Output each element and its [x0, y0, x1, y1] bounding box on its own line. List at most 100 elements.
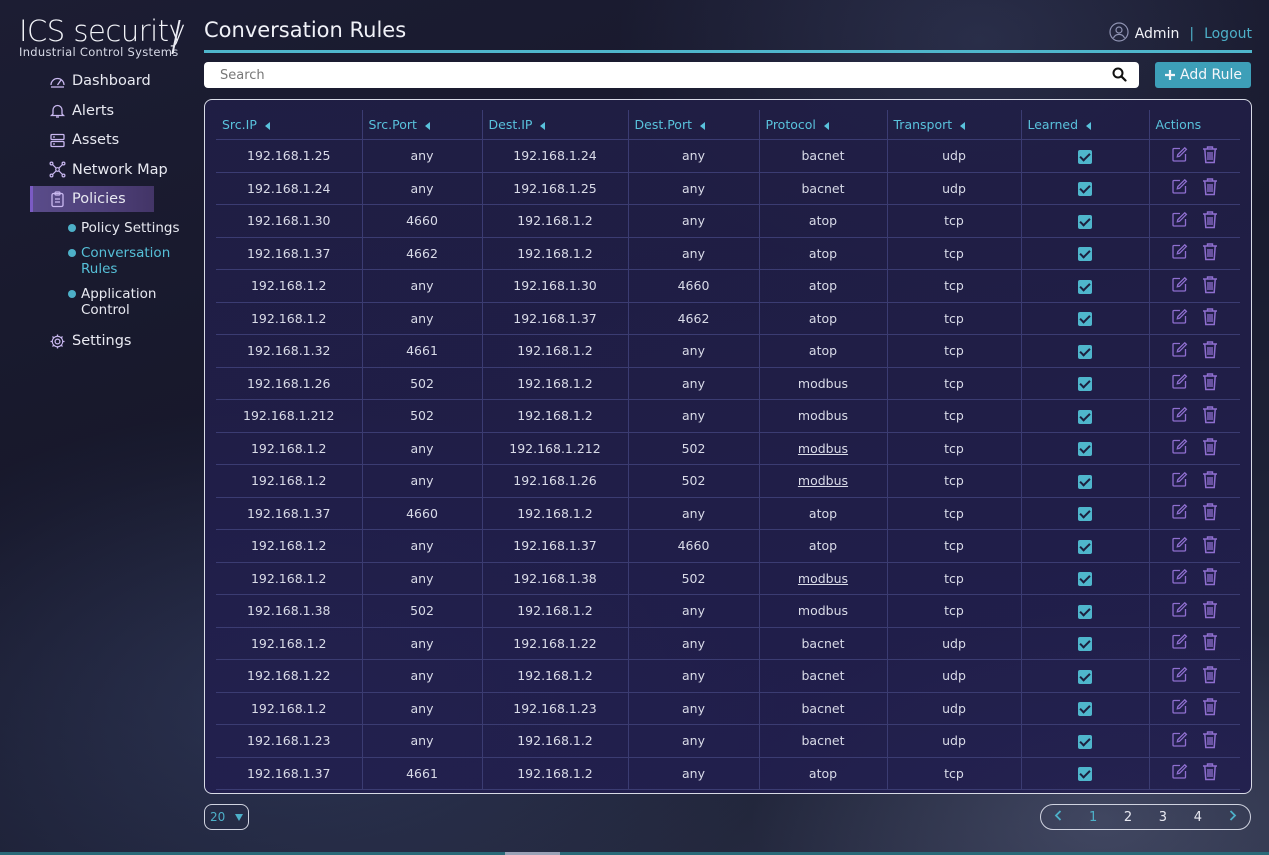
trash-icon[interactable] — [1202, 600, 1218, 622]
cell-transport-text: tcp — [944, 603, 964, 619]
edit-icon[interactable] — [1171, 211, 1188, 231]
trash-icon[interactable] — [1202, 307, 1218, 329]
add-rule-button[interactable]: Add Rule — [1155, 62, 1251, 88]
column-header-transport[interactable]: Transport — [886, 110, 1021, 140]
sidebar-item-policies[interactable]: Policies — [30, 186, 154, 212]
edit-icon[interactable] — [1171, 373, 1188, 393]
learned-checkbox[interactable] — [1078, 734, 1092, 749]
edit-icon[interactable] — [1171, 341, 1188, 361]
search-box — [204, 62, 1139, 88]
edit-icon[interactable] — [1171, 276, 1188, 296]
column-header-src-port[interactable]: Src.Port — [361, 110, 482, 140]
learned-checkbox[interactable] — [1078, 279, 1092, 294]
cell-protocol[interactable]: modbus — [758, 562, 887, 595]
learned-checkbox[interactable] — [1078, 442, 1092, 456]
cell-protocol[interactable]: modbus — [758, 464, 887, 498]
edit-icon[interactable] — [1171, 601, 1188, 621]
prev-page-button[interactable] — [1054, 809, 1062, 825]
learned-checkbox[interactable] — [1078, 539, 1092, 554]
trash-icon[interactable] — [1202, 697, 1218, 719]
trash-icon[interactable] — [1202, 275, 1218, 297]
cell-protocol[interactable]: modbus — [758, 432, 887, 465]
learned-checkbox[interactable] — [1078, 767, 1092, 781]
cell-transport-text: tcp — [944, 278, 964, 294]
table-row: 192.168.1.37 4660 192.168.1.2 any atop tcp — [216, 497, 1240, 530]
learned-checkbox[interactable] — [1078, 637, 1092, 651]
learned-checkbox[interactable] — [1078, 247, 1092, 261]
column-header-dest-ip[interactable]: Dest.IP — [481, 110, 628, 140]
learned-checkbox[interactable] — [1078, 669, 1092, 684]
trash-icon[interactable] — [1202, 340, 1218, 362]
page-3-button[interactable]: 3 — [1159, 810, 1167, 825]
trash-icon[interactable] — [1202, 210, 1218, 232]
edit-icon[interactable] — [1171, 633, 1188, 653]
page-4-button[interactable]: 4 — [1194, 810, 1202, 825]
sidebar-item-dashboard[interactable]: Dashboard — [30, 68, 200, 94]
edit-icon[interactable] — [1171, 763, 1188, 783]
trash-icon[interactable] — [1202, 567, 1218, 589]
edit-icon[interactable] — [1171, 471, 1188, 491]
learned-checkbox[interactable] — [1078, 604, 1092, 619]
learned-checkbox[interactable] — [1078, 409, 1092, 424]
trash-icon[interactable] — [1202, 242, 1218, 264]
sidebar-item-network-map[interactable]: Network Map — [30, 157, 200, 183]
edit-icon[interactable] — [1171, 308, 1188, 328]
learned-checkbox[interactable] — [1078, 344, 1092, 359]
column-header-dest-port[interactable]: Dest.Port — [627, 110, 759, 140]
page-1-button[interactable]: 1 — [1089, 810, 1097, 825]
trash-icon[interactable] — [1202, 437, 1218, 459]
logout-link[interactable]: Logout — [1204, 26, 1252, 42]
username[interactable]: Admin — [1135, 26, 1180, 42]
edit-icon[interactable] — [1171, 146, 1188, 166]
learned-checkbox[interactable] — [1078, 507, 1092, 521]
learned-checkbox[interactable] — [1078, 377, 1092, 391]
sidebar-item-assets[interactable]: Assets — [30, 127, 200, 153]
cell-protocol-text[interactable]: modbus — [798, 473, 848, 488]
learned-checkbox[interactable] — [1078, 149, 1092, 164]
server-icon — [48, 131, 66, 149]
column-header-src-ip[interactable]: Src.IP — [216, 110, 362, 140]
subnav-item-conversation-rules[interactable]: Conversation Rules — [68, 245, 200, 277]
learned-checkbox[interactable] — [1078, 182, 1092, 196]
trash-icon[interactable] — [1202, 405, 1218, 427]
trash-icon[interactable] — [1202, 470, 1218, 492]
edit-icon[interactable] — [1171, 243, 1188, 263]
page-2-button[interactable]: 2 — [1124, 810, 1132, 825]
trash-icon[interactable] — [1202, 177, 1218, 199]
column-header-protocol[interactable]: Protocol — [758, 110, 887, 140]
cell-protocol-text[interactable]: modbus — [798, 441, 848, 456]
learned-checkbox[interactable] — [1078, 572, 1092, 586]
trash-icon[interactable] — [1202, 665, 1218, 687]
edit-icon[interactable] — [1171, 666, 1188, 686]
table-row: 192.168.1.2 any 192.168.1.37 4660 atop tcp — [216, 529, 1240, 563]
trash-icon[interactable] — [1202, 762, 1218, 784]
edit-icon[interactable] — [1171, 568, 1188, 588]
edit-icon[interactable] — [1171, 178, 1188, 198]
learned-checkbox[interactable] — [1078, 312, 1092, 326]
edit-icon[interactable] — [1171, 438, 1188, 458]
subnav-item-policy-settings[interactable]: Policy Settings — [68, 220, 200, 236]
trash-icon[interactable] — [1202, 535, 1218, 557]
learned-checkbox[interactable] — [1078, 702, 1092, 716]
search-icon[interactable] — [1112, 67, 1127, 86]
next-page-button[interactable] — [1229, 809, 1237, 825]
edit-icon[interactable] — [1171, 406, 1188, 426]
trash-icon[interactable] — [1202, 145, 1218, 167]
edit-icon[interactable] — [1171, 503, 1188, 523]
sidebar-item-alerts[interactable]: Alerts — [30, 98, 200, 124]
trash-icon[interactable] — [1202, 730, 1218, 752]
trash-icon[interactable] — [1202, 502, 1218, 524]
edit-icon[interactable] — [1171, 536, 1188, 556]
edit-icon[interactable] — [1171, 731, 1188, 751]
learned-checkbox[interactable] — [1078, 214, 1092, 229]
column-header-learned[interactable]: Learned — [1020, 110, 1149, 140]
sidebar-item-settings[interactable]: Settings — [30, 328, 200, 354]
search-input[interactable] — [218, 66, 1102, 84]
trash-icon[interactable] — [1202, 632, 1218, 654]
trash-icon[interactable] — [1202, 372, 1218, 394]
page-size-select[interactable]: 20 — [204, 804, 249, 830]
edit-icon[interactable] — [1171, 698, 1188, 718]
cell-protocol-text[interactable]: modbus — [798, 571, 848, 586]
learned-checkbox[interactable] — [1078, 474, 1092, 489]
subnav-item-application-control[interactable]: Application Control — [68, 286, 200, 318]
